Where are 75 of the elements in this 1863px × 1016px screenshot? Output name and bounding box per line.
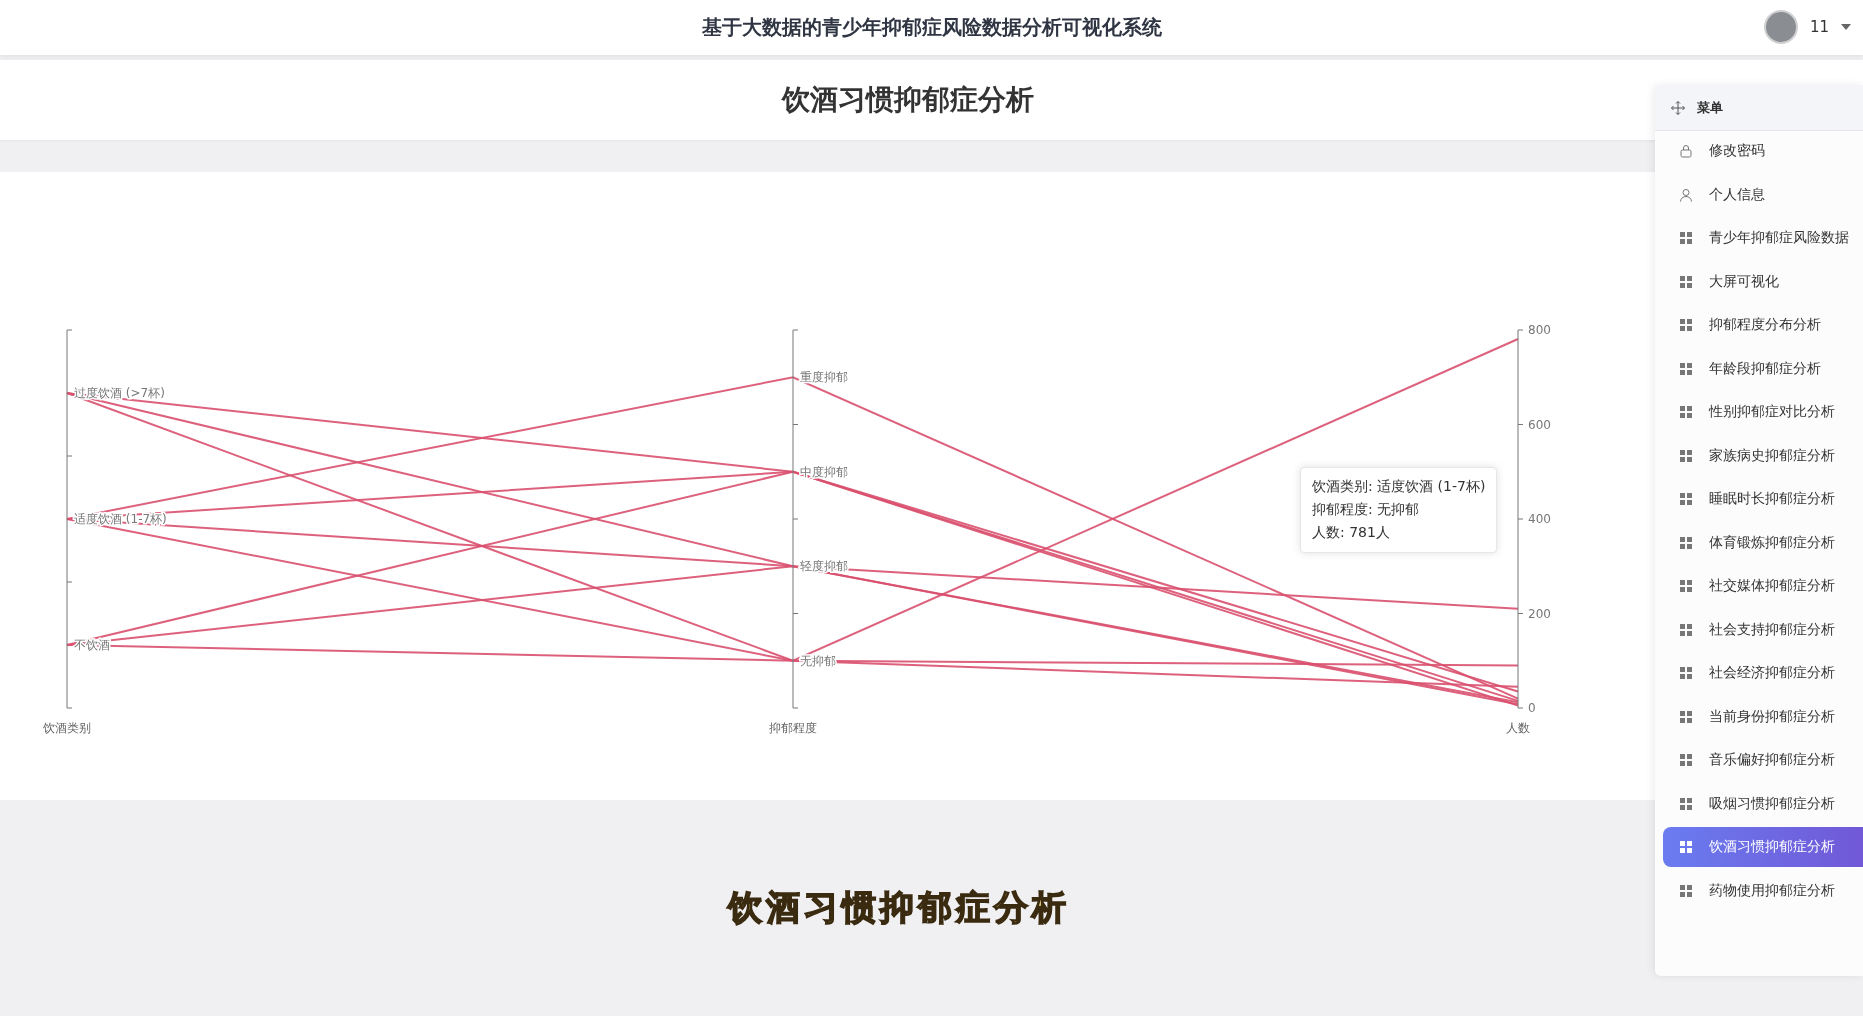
menu-item[interactable]: 青少年抑郁症风险数据: [1663, 218, 1863, 258]
menu-item-label: 体育锻炼抑郁症分析: [1709, 533, 1835, 552]
menu-item-label: 青少年抑郁症风险数据: [1709, 229, 1849, 247]
menu-item[interactable]: 大屏可视化: [1663, 261, 1863, 302]
menu-item[interactable]: 家族病史抑郁症分析: [1663, 435, 1863, 476]
grid-icon: [1679, 579, 1693, 593]
tick-label: 200: [1528, 606, 1551, 621]
axis-title: 人数: [1506, 721, 1530, 735]
menu-item-label: 饮酒习惯抑郁症分析: [1709, 838, 1835, 856]
move-icon[interactable]: [1671, 100, 1685, 115]
grid-icon: [1679, 840, 1693, 854]
menu-item[interactable]: 个人信息: [1663, 174, 1863, 215]
grid-icon: [1679, 448, 1693, 463]
tooltip-text: 人数: 781人: [1312, 524, 1391, 542]
menu-item-label: 当前身份抑郁症分析: [1709, 707, 1835, 726]
menu-item-label: 药物使用抑郁症分析: [1709, 881, 1835, 900]
menu-item[interactable]: 吸烟习惯抑郁症分析: [1663, 783, 1863, 824]
menu-item[interactable]: 体育锻炼抑郁症分析: [1663, 522, 1863, 563]
video-caption: 饮酒习惯抑郁症分析: [728, 886, 1070, 929]
grid-icon: [1679, 535, 1693, 550]
menu-item-label: 个人信息: [1709, 185, 1765, 204]
lock-icon: [1679, 144, 1693, 158]
grid-icon: [1679, 709, 1693, 724]
grid-icon: [1679, 796, 1693, 811]
menu-item[interactable]: 饮酒习惯抑郁症分析: [1663, 827, 1863, 867]
tooltip-text: 抑郁程度: 无抑郁: [1312, 501, 1421, 519]
menu-item-label: 抑郁程度分布分析: [1709, 316, 1821, 334]
menu-item[interactable]: 抑郁程度分布分析: [1663, 305, 1863, 345]
tooltip-text: 饮酒类别: 适度饮酒 (1-7杯): [1312, 478, 1486, 496]
menu-item[interactable]: 音乐偏好抑郁症分析: [1663, 740, 1863, 780]
menu-item[interactable]: 年龄段抑郁症分析: [1663, 348, 1863, 389]
menu-item-label: 年龄段抑郁症分析: [1709, 359, 1821, 378]
menu-item[interactable]: 社会经济抑郁症分析: [1663, 653, 1863, 693]
grid-icon: [1679, 753, 1693, 767]
axis-label: 中度抑郁: [800, 464, 848, 479]
menu-item[interactable]: 性别抑郁症对比分析: [1663, 392, 1863, 432]
user-name[interactable]: 11: [1809, 18, 1829, 36]
menu-item-label: 音乐偏好抑郁症分析: [1709, 751, 1835, 769]
grid-icon: [1679, 492, 1693, 506]
tick-label: 400: [1528, 512, 1551, 526]
grid-icon: [1679, 666, 1693, 680]
grid-icon: [1679, 318, 1693, 332]
menu-item-label: 性别抑郁症对比分析: [1709, 403, 1835, 421]
grid-icon: [1679, 405, 1693, 419]
user-icon: [1679, 187, 1693, 202]
menu-item-label: 睡眠时长抑郁症分析: [1709, 490, 1835, 508]
grid-icon: [1679, 361, 1693, 376]
tick-label: 800: [1528, 323, 1551, 337]
app-title: 基于大数据的青少年抑郁症风险数据分析可视化系统: [701, 14, 1162, 41]
grid-icon: [1679, 274, 1693, 289]
axis-label: 重度抑郁: [800, 370, 848, 385]
menu-item[interactable]: 药物使用抑郁症分析: [1663, 870, 1863, 911]
menu-item[interactable]: 修改密码: [1663, 131, 1863, 171]
menu-item-label: 社交媒体抑郁症分析: [1709, 577, 1835, 595]
menu-item-label: 家族病史抑郁症分析: [1709, 446, 1835, 465]
axis-title: 抑郁程度: [769, 721, 817, 735]
menu-item[interactable]: 当前身份抑郁症分析: [1663, 696, 1863, 737]
menu-item-label: 社会经济抑郁症分析: [1709, 664, 1835, 682]
caret-icon[interactable]: [1841, 24, 1851, 30]
menu-item[interactable]: 社交媒体抑郁症分析: [1663, 566, 1863, 606]
avatar[interactable]: [1763, 10, 1798, 44]
menu-item-label: 大屏可视化: [1709, 272, 1779, 291]
menu-item[interactable]: 社会支持抑郁症分析: [1663, 609, 1863, 650]
menu-item-label: 修改密码: [1709, 142, 1765, 160]
menu-item-label: 吸烟习惯抑郁症分析: [1709, 794, 1835, 813]
menu-title: 菜单: [1697, 98, 1723, 117]
grid-icon: [1679, 622, 1693, 637]
page-title: 饮酒习惯抑郁症分析: [782, 82, 1034, 118]
tick-label: 600: [1528, 417, 1551, 432]
grid-icon: [1679, 883, 1693, 898]
tick-label: 0: [1528, 701, 1536, 715]
grid-icon: [1679, 231, 1693, 245]
menu-item[interactable]: 睡眠时长抑郁症分析: [1663, 479, 1863, 519]
axis-title: 饮酒类别: [43, 721, 91, 735]
menu-item-label: 社会支持抑郁症分析: [1709, 620, 1835, 639]
